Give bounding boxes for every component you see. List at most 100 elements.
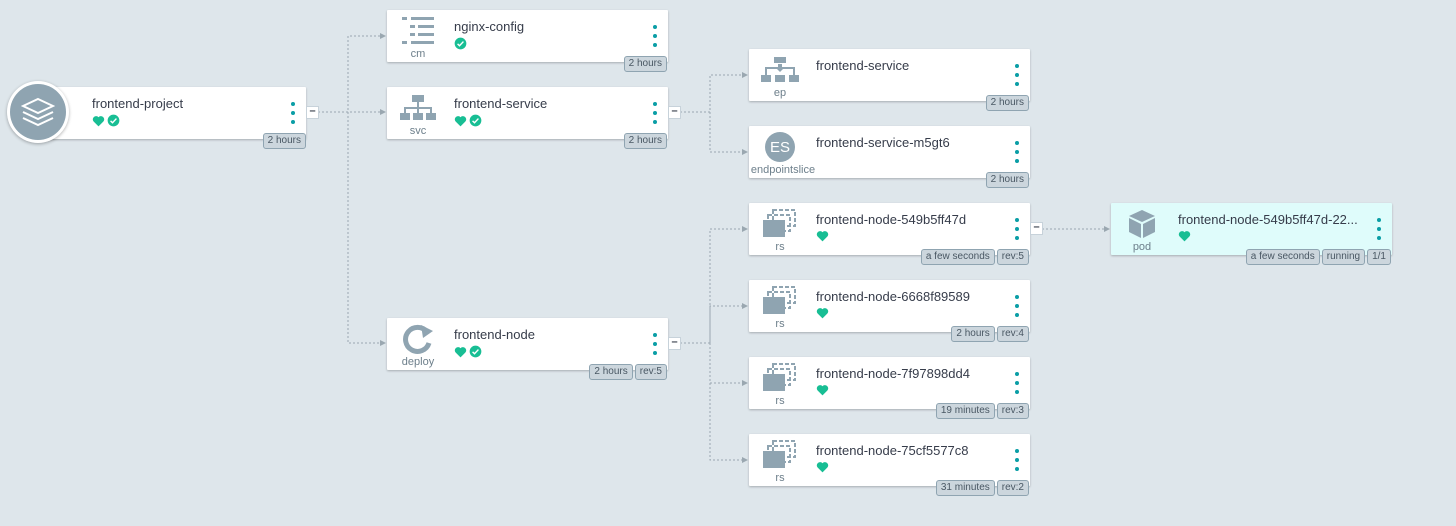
age-tag: 19 minutes	[935, 403, 995, 419]
node-replicaset-75cf5577c8[interactable]: rs frontend-node-75cf5577c8	[749, 434, 1030, 486]
node-name[interactable]: frontend-node-7f97898dd4	[816, 366, 970, 381]
check-circle-icon	[469, 345, 482, 358]
check-circle-icon	[107, 114, 120, 127]
node-menu-button[interactable]	[652, 102, 658, 124]
layers-icon	[21, 97, 55, 127]
node-menu-button[interactable]	[1014, 141, 1020, 163]
heart-icon	[454, 346, 467, 357]
heart-icon	[1178, 231, 1191, 242]
node-replicaset-6668f89589[interactable]: rs frontend-node-6668f89589	[749, 280, 1030, 332]
node-frontend-service-endpoints[interactable]: ep frontend-service	[749, 49, 1030, 101]
node-kind: deploy	[401, 356, 435, 368]
replicaset-icon	[749, 361, 811, 395]
heart-icon	[816, 308, 829, 319]
node-status	[454, 114, 482, 127]
node-kind: rs	[775, 241, 785, 253]
node-tags: a few seconds rev:5	[920, 249, 1029, 265]
node-menu-button[interactable]	[290, 102, 296, 124]
node-frontend-project[interactable]: frontend-project	[38, 87, 306, 139]
check-circle-icon	[469, 114, 482, 127]
node-tags: 2 hours	[623, 56, 667, 72]
node-kind: endpointslice	[750, 164, 816, 176]
revision-tag: rev:2	[996, 480, 1029, 496]
service-icon	[387, 91, 449, 125]
node-menu-button[interactable]	[1014, 218, 1020, 240]
node-name[interactable]: frontend-node-75cf5577c8	[816, 443, 969, 458]
node-tags: 31 minutes rev:2	[935, 480, 1029, 496]
age-tag: 2 hours	[951, 326, 995, 342]
endpoints-icon	[749, 53, 811, 87]
node-tags: a few seconds running 1/1	[1245, 249, 1391, 265]
revision-tag: rev:4	[996, 326, 1029, 342]
age-tag: 2 hours	[623, 133, 667, 149]
node-tags: 2 hours	[985, 172, 1029, 188]
node-name[interactable]: frontend-node-549b5ff47d-22...	[1178, 212, 1358, 227]
heart-icon	[816, 385, 829, 396]
heart-icon	[92, 115, 105, 126]
node-nginx-config[interactable]: cm nginx-config	[387, 10, 668, 62]
tree-edges	[318, 33, 1110, 463]
node-tags: 2 hours	[262, 133, 306, 149]
endpointslice-icon-label: ES	[765, 132, 795, 162]
heart-icon	[454, 115, 467, 126]
node-menu-button[interactable]	[1014, 449, 1020, 471]
endpointslice-icon: ES	[749, 130, 811, 164]
collapse-toggle[interactable]: –	[306, 106, 319, 119]
node-name[interactable]: frontend-node-6668f89589	[816, 289, 970, 304]
node-replicaset-7f97898dd4[interactable]: rs frontend-node-7f97898dd4	[749, 357, 1030, 409]
node-tags: 2 hours	[623, 133, 667, 149]
node-menu-button[interactable]	[1014, 64, 1020, 86]
node-status	[92, 114, 120, 127]
node-status	[816, 307, 829, 319]
configmap-icon	[387, 14, 449, 48]
replicaset-icon	[749, 207, 811, 241]
containers-ready-tag: 1/1	[1367, 249, 1391, 265]
node-name[interactable]: frontend-service	[816, 58, 909, 73]
node-status	[454, 345, 482, 358]
check-circle-icon	[454, 37, 467, 50]
node-name[interactable]: frontend-node-549b5ff47d	[816, 212, 966, 227]
node-name[interactable]: frontend-project	[92, 96, 183, 111]
revision-tag: rev:3	[996, 403, 1029, 419]
node-kind: svc	[409, 125, 427, 137]
node-status	[816, 461, 829, 473]
collapse-toggle[interactable]: –	[668, 337, 681, 350]
node-tags: 2 hours rev:5	[589, 364, 667, 380]
heart-icon	[816, 462, 829, 473]
node-tags: 2 hours	[985, 95, 1029, 111]
node-kind: ep	[773, 87, 787, 99]
pod-phase-tag: running	[1321, 249, 1366, 265]
age-tag: 2 hours	[262, 133, 306, 149]
replicaset-icon	[749, 284, 811, 318]
revision-tag: rev:5	[634, 364, 667, 380]
age-tag: a few seconds	[920, 249, 995, 265]
node-replicaset-549b5ff47d[interactable]: rs frontend-node-549b5ff47d	[749, 203, 1030, 255]
age-tag: a few seconds	[1245, 249, 1320, 265]
node-name[interactable]: frontend-service-m5gt6	[816, 135, 950, 150]
node-name[interactable]: nginx-config	[454, 19, 524, 34]
node-name[interactable]: frontend-service	[454, 96, 547, 111]
node-pod-549b5ff47d-22[interactable]: pod frontend-node-549b5ff47d-22...	[1111, 203, 1392, 255]
node-menu-button[interactable]	[1376, 218, 1382, 240]
age-tag: 31 minutes	[935, 480, 995, 496]
pod-cube-icon	[1111, 207, 1173, 241]
collapse-toggle[interactable]: –	[1030, 222, 1043, 235]
heart-icon	[816, 231, 829, 242]
node-kind: rs	[775, 318, 785, 330]
node-kind: rs	[775, 395, 785, 407]
age-tag: 2 hours	[985, 95, 1029, 111]
node-frontend-service[interactable]: svc frontend-service	[387, 87, 668, 139]
node-frontend-service-m5gt6[interactable]: ES endpointslice frontend-service-m5gt6	[749, 126, 1030, 178]
node-frontend-node-deployment[interactable]: deploy frontend-node	[387, 318, 668, 370]
node-menu-button[interactable]	[1014, 295, 1020, 317]
node-menu-button[interactable]	[652, 333, 658, 355]
collapse-toggle[interactable]: –	[668, 106, 681, 119]
node-tags: 2 hours rev:4	[951, 326, 1029, 342]
replicaset-icon	[749, 438, 811, 472]
node-name[interactable]: frontend-node	[454, 327, 535, 342]
node-menu-button[interactable]	[652, 25, 658, 47]
node-menu-button[interactable]	[1014, 372, 1020, 394]
node-status	[816, 230, 829, 242]
node-tags: 19 minutes rev:3	[935, 403, 1029, 419]
node-status	[1178, 230, 1191, 242]
